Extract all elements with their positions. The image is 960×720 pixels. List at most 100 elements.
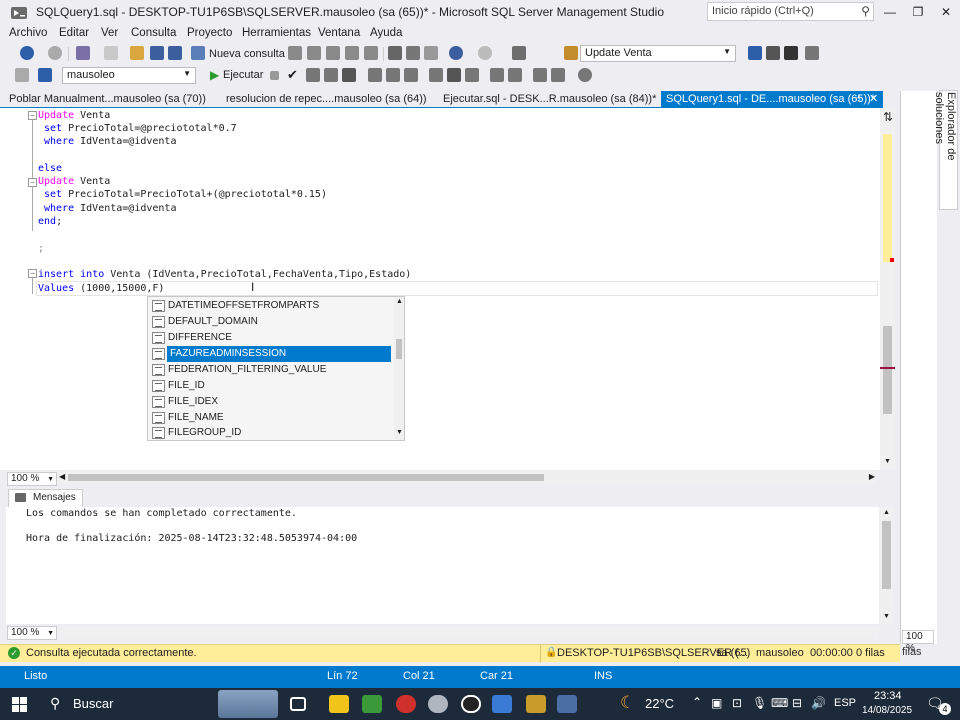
scroll-thumb[interactable] (883, 326, 892, 414)
increase-indent-icon[interactable] (551, 68, 565, 82)
properties-icon[interactable] (748, 46, 762, 60)
scroll-left-icon[interactable]: ◀ (59, 472, 65, 481)
list-item[interactable]: DIFFERENCE (149, 330, 390, 346)
maximize-button[interactable]: ❐ (906, 2, 930, 22)
ssms-taskbar-icon[interactable] (526, 695, 546, 713)
paste-icon[interactable] (424, 46, 438, 60)
execute-icon[interactable]: ▶ (210, 68, 219, 82)
vscode-icon[interactable] (492, 695, 512, 713)
editor-vertical-scrollbar[interactable]: ⇅ ▼ (880, 108, 895, 470)
uncomment-icon[interactable] (508, 68, 522, 82)
menu-ventana[interactable]: Ventana (318, 27, 360, 39)
new-query-button[interactable]: Nueva consulta (209, 48, 285, 60)
tray-icon[interactable]: ⌨ (771, 696, 788, 710)
list-item[interactable]: FILE_IDEX (149, 394, 390, 410)
new-file-icon[interactable] (104, 46, 118, 60)
cut-icon[interactable] (388, 46, 402, 60)
tab-mensajes[interactable]: Mensajes (8, 489, 83, 507)
weather-temp[interactable]: 22°C (645, 696, 674, 711)
editor-zoom[interactable]: 100 % ▼ (7, 472, 57, 486)
collapse-icon[interactable]: − (28, 111, 37, 120)
xmla-query-icon[interactable] (345, 46, 359, 60)
app-icon-gray[interactable] (428, 695, 448, 713)
intellisense-list[interactable]: DATETIMEOFFSETFROMPARTS DEFAULT_DOMAIN D… (147, 296, 405, 441)
menu-consulta[interactable]: Consulta (131, 27, 176, 39)
taskbar-date[interactable]: 14/08/2025 (862, 705, 912, 716)
collapse-icon[interactable]: − (28, 269, 37, 278)
pin-icon[interactable]: ⊣ (853, 93, 861, 104)
volume-icon[interactable]: 🔊 (811, 696, 826, 710)
editor-horizontal-scrollbar[interactable]: ◀ ▶ (58, 471, 876, 484)
scroll-down-icon[interactable]: ▼ (884, 458, 891, 465)
mdx-query-icon[interactable] (307, 46, 321, 60)
list-item-selected[interactable]: FAZUREADMINSESSION (149, 346, 391, 362)
scroll-up-icon[interactable]: ▲ (396, 298, 403, 305)
db-query-icon[interactable] (288, 46, 302, 60)
dax-query-icon[interactable] (364, 46, 378, 60)
microphone-icon[interactable]: 🎙 (752, 696, 767, 710)
activity-monitor-icon[interactable] (512, 46, 526, 60)
new-query-icon[interactable] (191, 46, 205, 60)
language-indicator[interactable]: ESP (834, 697, 856, 709)
quick-launch-input[interactable]: Inicio rápido (Ctrl+Q) ⚲ (707, 2, 874, 21)
results-file-icon[interactable] (386, 68, 400, 82)
app-icon-red[interactable] (396, 695, 416, 713)
menu-archivo[interactable]: Archivo (9, 27, 47, 39)
execute-button[interactable]: Ejecutar (223, 69, 263, 81)
decrease-indent-icon[interactable] (533, 68, 547, 82)
find-icon[interactable] (564, 46, 578, 60)
calculator-icon[interactable] (557, 695, 577, 713)
results-text-icon[interactable] (342, 68, 356, 82)
find-combo[interactable]: Update Venta ▼ (580, 45, 736, 62)
intellisense-scrollbar[interactable]: ▲ ▼ (394, 297, 404, 440)
tray-icon[interactable]: ▣ (711, 696, 722, 710)
stop-icon[interactable] (270, 71, 279, 80)
messages-scrollbar[interactable]: ▲ ▼ (879, 507, 894, 624)
results-grid-icon[interactable] (368, 68, 382, 82)
display-plan-icon[interactable] (306, 68, 320, 82)
new-project-icon[interactable] (76, 46, 90, 60)
list-item[interactable]: FILE_ID (149, 378, 390, 394)
open-folder-icon[interactable] (130, 46, 144, 60)
results-to-file-icon[interactable] (465, 68, 479, 82)
list-item[interactable]: FILE_NAME (149, 410, 390, 426)
list-item[interactable]: DEFAULT_DOMAIN (149, 314, 390, 330)
tab-ejecutar[interactable]: Ejecutar.sql - DESK...R.mausoleo (sa (84… (443, 91, 656, 108)
query-options-icon[interactable] (324, 68, 338, 82)
copy-icon[interactable] (406, 46, 420, 60)
dmx-query-icon[interactable] (326, 46, 340, 60)
redo-icon[interactable] (478, 46, 492, 60)
task-view-icon[interactable] (290, 697, 306, 711)
tab-sqlquery1[interactable]: SQLQuery1.sql - DE....mausoleo (sa (65))… (661, 91, 883, 108)
close-button[interactable]: ✕ (934, 2, 958, 22)
back-icon[interactable] (20, 46, 34, 60)
parse-check-icon[interactable]: ✔ (287, 67, 298, 83)
scroll-right-icon[interactable]: ▶ (869, 472, 875, 481)
save-all-icon[interactable] (168, 46, 182, 60)
minimize-button[interactable]: — (878, 2, 902, 22)
client-stats-icon[interactable] (429, 68, 443, 82)
list-item[interactable]: FILEGROUP_ID (149, 425, 390, 441)
change-connection-icon[interactable] (38, 68, 52, 82)
sql-editor[interactable]: − Update Venta set PrecioTotal=@precioto… (0, 108, 895, 470)
wrench-icon[interactable] (766, 46, 780, 60)
undo-icon[interactable] (449, 46, 463, 60)
messages-zoom[interactable]: 100 % ▼ (7, 626, 57, 640)
app-icon-green[interactable] (362, 695, 382, 713)
menu-ayuda[interactable]: Ayuda (370, 27, 402, 39)
windows-start-icon[interactable] (12, 697, 27, 712)
tray-icon[interactable]: ⊡ (732, 696, 742, 710)
save-icon[interactable] (150, 46, 164, 60)
github-icon[interactable] (461, 695, 481, 713)
scroll-thumb[interactable] (882, 521, 891, 589)
connect-icon[interactable] (15, 68, 29, 82)
network-icon[interactable]: ⊟ (792, 696, 802, 710)
chevron-up-icon[interactable]: ⌃ (692, 695, 702, 709)
scroll-thumb[interactable] (396, 339, 402, 359)
side-zoom[interactable]: 100 % (902, 630, 934, 654)
menu-ver[interactable]: Ver (101, 27, 118, 39)
comment-icon[interactable] (490, 68, 504, 82)
scroll-thumb[interactable] (68, 474, 544, 481)
menu-proyecto[interactable]: Proyecto (187, 27, 232, 39)
specify-values-icon[interactable] (578, 68, 592, 82)
